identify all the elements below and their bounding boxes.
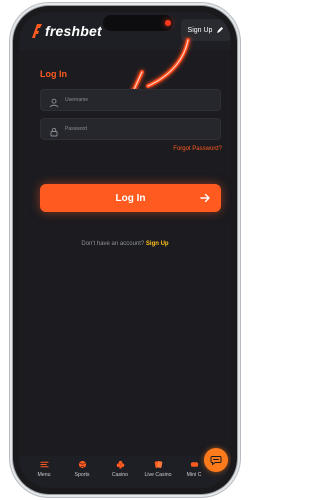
password-field[interactable] <box>40 118 221 140</box>
password-input[interactable] <box>65 126 215 132</box>
brand-logo[interactable]: freshbet <box>31 22 102 40</box>
signup-link[interactable]: Sign Up <box>146 241 169 247</box>
header-signup-button[interactable]: Sign Up <box>181 19 231 41</box>
user-icon <box>49 95 59 108</box>
freshbet-logo-icon <box>31 23 43 39</box>
chat-icon <box>210 456 222 466</box>
phone-frame: freshbet Sign Up Log In Username Forgot … <box>13 6 237 494</box>
arrow-right-icon <box>199 192 211 204</box>
username-input[interactable] <box>65 97 215 103</box>
nav-label-live-casino: Live Casino <box>144 472 172 478</box>
header-signup-label: Sign Up <box>187 26 213 34</box>
nav-label-sports: Sports <box>74 472 90 478</box>
pen-icon <box>216 26 224 34</box>
club-icon <box>116 460 124 469</box>
hamburger-icon <box>39 461 49 468</box>
app-screen: freshbet Sign Up Log In Username Forgot … <box>19 12 231 488</box>
camera-dot <box>165 20 171 26</box>
chat-button[interactable] <box>204 448 228 472</box>
nav-item-live-casino[interactable]: Live Casino <box>139 456 177 488</box>
nav-item-sports[interactable]: Sports <box>63 456 101 488</box>
login-button-label: Log In <box>115 192 146 204</box>
nav-label-mini-games: Mini C <box>186 472 202 478</box>
nav-item-casino[interactable]: Casino <box>101 456 139 488</box>
nav-item-menu[interactable]: Menu <box>25 456 63 488</box>
no-account-text: Don't have an account? <box>81 241 145 247</box>
mini-games-icon <box>190 462 198 467</box>
login-button[interactable]: Log In <box>40 184 221 212</box>
lock-icon <box>49 124 59 137</box>
cards-icon <box>154 461 162 468</box>
dynamic-island <box>103 15 173 31</box>
username-field[interactable] <box>40 89 221 111</box>
ball-icon <box>78 460 86 469</box>
top-bar: freshbet Sign Up <box>19 12 231 50</box>
brand-name: freshbet <box>45 23 102 39</box>
login-heading: Log In <box>40 69 67 79</box>
bottom-nav: Menu Sports Casino Live Casino Mini C <box>19 456 231 488</box>
signup-prompt: Don't have an account? Sign Up <box>19 241 231 247</box>
forgot-password-link[interactable]: Forgot Password? <box>173 146 222 152</box>
nav-label-casino: Casino <box>111 472 129 478</box>
nav-label-menu: Menu <box>37 472 51 478</box>
